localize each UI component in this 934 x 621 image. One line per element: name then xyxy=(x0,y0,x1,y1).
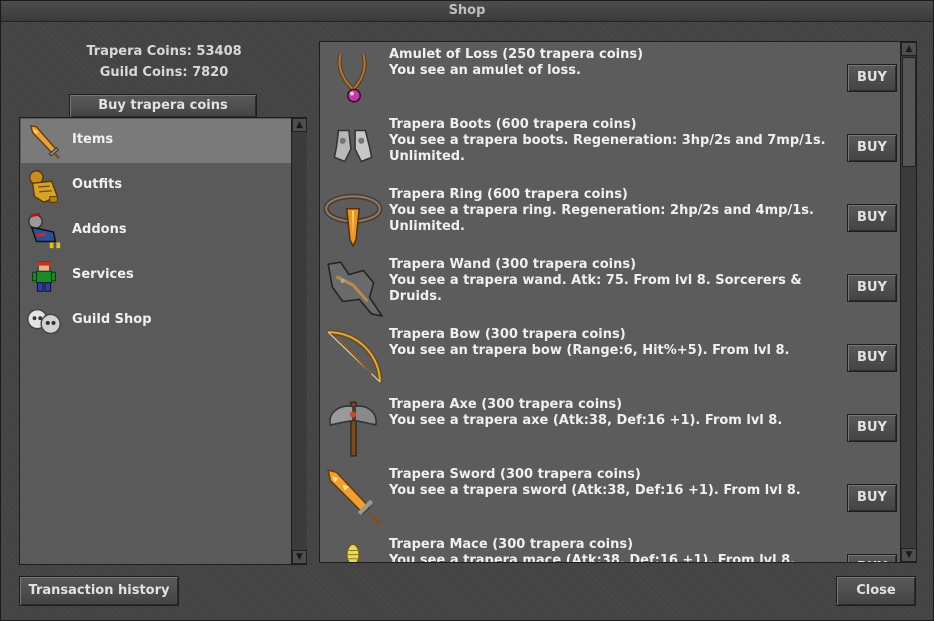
item-name: Amulet of Loss (250 trapera coins) xyxy=(389,47,644,62)
list-item: Trapera Boots (600 trapera coins) You se… xyxy=(320,112,900,182)
list-item: Trapera Mace (300 trapera coins) You see… xyxy=(320,532,900,563)
scroll-down-arrow-icon[interactable]: ▼ xyxy=(292,550,307,564)
item-name: Trapera Bow (300 trapera coins) xyxy=(389,327,626,342)
category-addons[interactable]: Addons xyxy=(21,209,291,253)
axe-icon xyxy=(329,401,377,457)
item-name: Trapera Sword (300 trapera coins) xyxy=(389,467,641,482)
list-item: Trapera Wand (300 trapera coins) You see… xyxy=(320,252,900,322)
scroll-down-arrow-icon[interactable]: ▼ xyxy=(901,548,916,562)
item-name: Trapera Boots (600 trapera coins) xyxy=(389,117,637,132)
amulet-icon xyxy=(337,53,367,103)
transaction-history-button[interactable]: Transaction history xyxy=(19,576,179,606)
category-guild-shop[interactable]: Guild Shop xyxy=(21,299,291,343)
category-scrollbar[interactable]: ▲ ▼ xyxy=(291,118,307,564)
list-item: Trapera Axe (300 trapera coins) You see … xyxy=(320,392,900,462)
item-name: Trapera Axe (300 trapera coins) xyxy=(389,397,623,412)
scroll-up-arrow-icon[interactable]: ▲ xyxy=(901,42,916,56)
item-description: You see a trapera axe (Atk:38, Def:16 +1… xyxy=(389,413,783,428)
close-button[interactable]: Close xyxy=(836,576,916,606)
list-item: Trapera Ring (600 trapera coins) You see… xyxy=(320,182,900,252)
ring-icon xyxy=(323,193,383,248)
flaming-sword-icon xyxy=(29,124,61,160)
category-items[interactable]: Items xyxy=(21,119,291,163)
category-addons-label: Addons xyxy=(72,222,127,237)
buy-button[interactable]: BUY xyxy=(847,134,897,162)
item-description: You see a trapera boots. Regeneration: 3… xyxy=(389,133,826,164)
mace-icon xyxy=(346,543,360,562)
category-outfits[interactable]: Outfits xyxy=(21,164,291,208)
guild-coins-balance: Guild Coins: 7820 xyxy=(99,65,229,80)
boots-icon xyxy=(333,129,373,163)
scroll-thumb[interactable] xyxy=(902,57,916,167)
buy-button[interactable]: BUY xyxy=(847,484,897,512)
item-description: You see an trapera bow (Range:6, Hit%+5)… xyxy=(389,343,790,358)
category-guild-shop-label: Guild Shop xyxy=(72,312,152,327)
list-item: Trapera Sword (300 trapera coins) You se… xyxy=(320,462,900,532)
sword-icon xyxy=(327,469,382,526)
buy-button[interactable]: BUY xyxy=(847,344,897,372)
category-services-label: Services xyxy=(72,267,134,282)
item-description: You see an amulet of loss. xyxy=(389,63,581,78)
item-list-scrollbar[interactable]: ▲ ▼ xyxy=(900,42,916,562)
item-name: Trapera Wand (300 trapera coins) xyxy=(389,257,637,272)
trapera-coins-balance: Trapera Coins: 53408 xyxy=(86,44,242,59)
shop-window: Shop Trapera Coins: 53408 Guild Coins: 7… xyxy=(0,0,934,621)
item-list: Amulet of Loss (250 trapera coins) You s… xyxy=(319,41,917,563)
item-name: Trapera Ring (600 trapera coins) xyxy=(389,187,628,202)
list-item: Trapera Bow (300 trapera coins) You see … xyxy=(320,322,900,392)
buy-trapera-coins-button[interactable]: Buy trapera coins xyxy=(69,94,257,118)
item-description: You see a trapera mace (Atk:38, Def:16 +… xyxy=(389,553,796,563)
buy-button[interactable]: BUY xyxy=(847,274,897,302)
buy-button[interactable]: BUY xyxy=(847,64,897,92)
category-outfits-label: Outfits xyxy=(72,177,123,192)
list-item: Amulet of Loss (250 trapera coins) You s… xyxy=(320,42,900,112)
buy-button[interactable]: BUY xyxy=(847,554,897,562)
buy-button[interactable]: BUY xyxy=(847,204,897,232)
scroll-up-arrow-icon[interactable]: ▲ xyxy=(292,118,307,132)
category-list: Items Outfits Addons Services Guild Shop… xyxy=(19,117,307,565)
wand-icon xyxy=(327,261,384,318)
item-description: You see a trapera wand. Atk: 75. From lv… xyxy=(389,273,802,304)
bow-icon xyxy=(327,329,383,383)
item-description: You see a trapera ring. Regeneration: 2h… xyxy=(389,203,814,234)
golden-armor-icon xyxy=(29,170,59,203)
window-title: Shop xyxy=(1,1,933,22)
item-name: Trapera Mace (300 trapera coins) xyxy=(389,537,634,552)
skulls-icon xyxy=(27,308,61,335)
category-items-label: Items xyxy=(72,132,114,147)
item-description: You see a trapera sword (Atk:38, Def:16 … xyxy=(389,483,801,498)
category-services[interactable]: Services xyxy=(21,254,291,298)
buy-button[interactable]: BUY xyxy=(847,414,897,442)
knight-addon-icon xyxy=(28,213,61,249)
character-icon xyxy=(32,261,56,292)
